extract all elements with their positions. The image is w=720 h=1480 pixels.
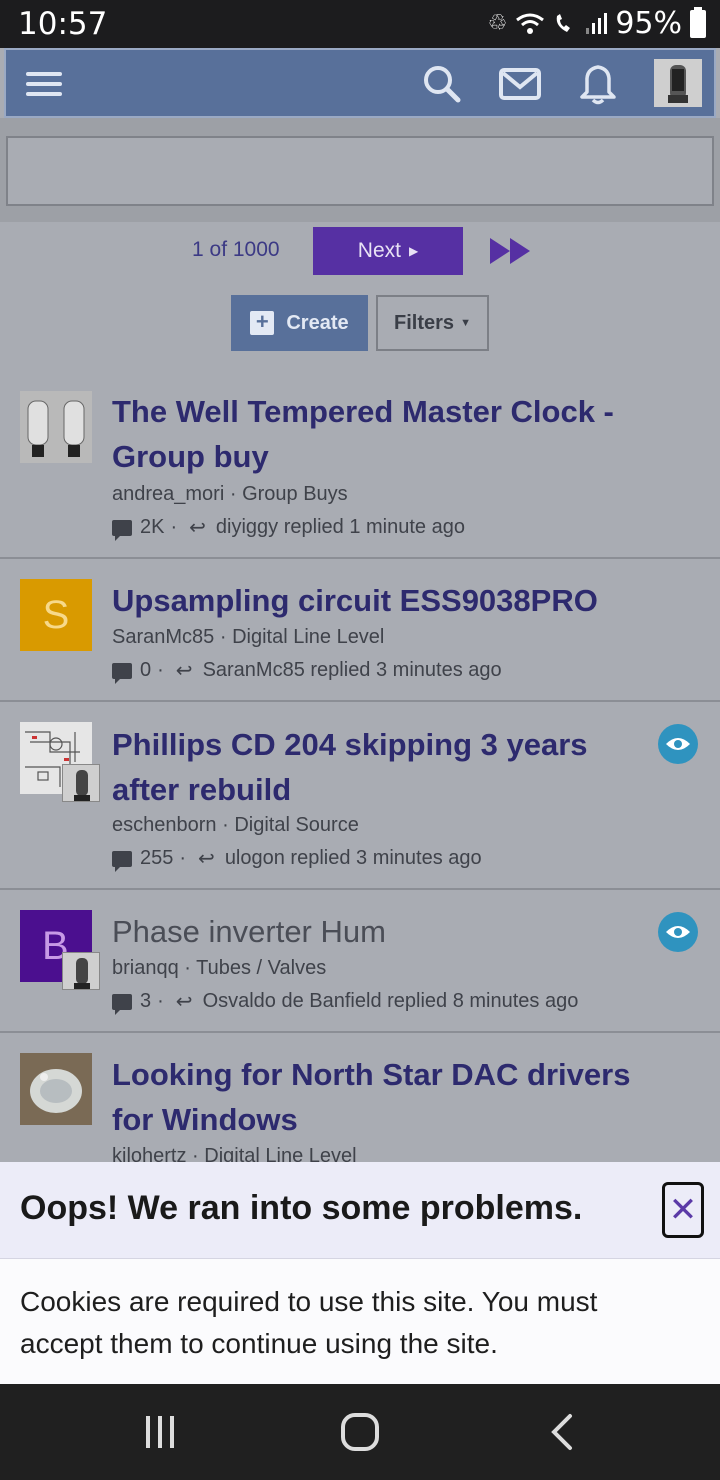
thread-item[interactable]: Phillips CD 204 skipping 3 years after r…: [0, 702, 720, 890]
avatar-letter: S: [42, 592, 70, 637]
thread-stats: 0 · ↩ SaranMc85 replied 3 minutes ago: [112, 658, 502, 684]
back-icon[interactable]: [546, 1412, 578, 1452]
create-thread-button[interactable]: + Create: [231, 295, 368, 351]
thread-title[interactable]: Looking for North Star DAC drivers for W…: [112, 1052, 658, 1142]
reply-count: 0: [140, 659, 152, 681]
last-poster-avatar[interactable]: [62, 952, 100, 990]
pagination: 1 of 1000 Next ▶: [0, 226, 720, 276]
bell-icon[interactable]: [576, 62, 620, 106]
mail-icon[interactable]: [498, 62, 542, 106]
search-icon[interactable]: [420, 62, 464, 106]
thread-stats: 3 · ↩ Osvaldo de Banfield replied 8 minu…: [112, 989, 579, 1015]
thread-forum[interactable]: Group Buys: [242, 483, 348, 505]
thread-author[interactable]: eschenborn: [112, 814, 217, 836]
last-reply[interactable]: SaranMc85 replied 3 minutes ago: [203, 659, 502, 682]
thread-title[interactable]: Phillips CD 204 skipping 3 years after r…: [112, 722, 658, 812]
thread-actions: + Create Filters ▼: [0, 295, 720, 351]
next-page-button[interactable]: Next ▶: [313, 227, 463, 275]
watched-eye-icon: [658, 912, 698, 952]
reply-count: 2K: [140, 516, 165, 538]
thread-meta: brianqq · Tubes / Valves: [112, 957, 327, 979]
status-bar: 10:57 ♲ 95%: [0, 0, 720, 48]
thread-stats: 255 · ↩ ulogon replied 3 minutes ago: [112, 846, 482, 872]
fast-forward-icon[interactable]: [488, 236, 534, 266]
plus-icon: +: [250, 311, 275, 335]
home-icon[interactable]: [340, 1412, 380, 1452]
thread-stats: 2K · ↩ diyiggy replied 1 minute ago: [112, 515, 465, 541]
thread-avatar[interactable]: S: [20, 579, 92, 651]
last-reply[interactable]: diyiggy replied 1 minute ago: [216, 516, 465, 539]
thread-item[interactable]: B Phase inverter Hum brianqq · Tubes / V…: [0, 890, 720, 1033]
thread-title[interactable]: The Well Tempered Master Clock - Group b…: [112, 389, 658, 479]
reply-icon: ↩: [189, 517, 206, 539]
close-icon[interactable]: ✕: [662, 1182, 704, 1238]
recent-apps-icon[interactable]: [140, 1412, 180, 1452]
caret-right-icon: ▶: [408, 244, 419, 258]
thread-title[interactable]: Phase inverter Hum: [112, 909, 658, 954]
cookie-notice-message: Cookies are required to use this site. Y…: [20, 1286, 598, 1359]
reply-count: 3: [140, 990, 152, 1012]
reply-count: 255: [140, 847, 174, 869]
system-nav-bar: [0, 1384, 720, 1480]
last-poster-avatar[interactable]: [62, 764, 100, 802]
thread-item[interactable]: Looking for North Star DAC drivers for W…: [0, 1033, 720, 1173]
site-header: [4, 48, 716, 118]
filters-label: Filters: [394, 311, 455, 334]
thread-author[interactable]: andrea_mori: [112, 483, 224, 505]
wifi-call-icon: [557, 13, 571, 32]
cookie-notice-header: Oops! We ran into some problems. ✕: [0, 1162, 720, 1258]
battery-percent: 95%: [615, 6, 682, 41]
battery-icon: [690, 6, 706, 38]
thread-forum[interactable]: Digital Line Level: [232, 626, 384, 648]
cookie-notice-body: Cookies are required to use this site. Y…: [0, 1258, 720, 1384]
chevron-down-icon: ▼: [460, 317, 471, 329]
create-label: Create: [286, 311, 349, 334]
comment-icon: [112, 519, 132, 541]
user-avatar[interactable]: [654, 59, 702, 107]
thread-item[interactable]: The Well Tempered Master Clock - Group b…: [0, 375, 720, 559]
hamburger-icon[interactable]: [26, 72, 62, 96]
thread-forum[interactable]: Tubes / Valves: [196, 957, 326, 979]
thread-item[interactable]: S Upsampling circuit ESS9038PRO SaranMc8…: [0, 559, 720, 702]
next-label: Next: [357, 239, 401, 262]
cookie-notice-title: Oops! We ran into some problems.: [20, 1189, 583, 1227]
recycle-icon: ♲: [487, 11, 508, 36]
thread-meta: eschenborn · Digital Source: [112, 814, 359, 836]
comment-icon: [112, 850, 132, 872]
comment-icon: [112, 993, 132, 1015]
thread-author[interactable]: brianqq: [112, 957, 179, 979]
thread-author[interactable]: SaranMc85: [112, 626, 214, 648]
last-reply[interactable]: Osvaldo de Banfield replied 8 minutes ag…: [203, 990, 579, 1013]
reply-icon: ↩: [175, 660, 193, 682]
filters-button[interactable]: Filters ▼: [376, 295, 489, 351]
status-time: 10:57: [18, 6, 108, 42]
search-strip: [0, 118, 720, 222]
thread-meta: SaranMc85 · Digital Line Level: [112, 626, 385, 648]
thread-avatar[interactable]: [20, 1053, 92, 1125]
thread-avatar[interactable]: [20, 391, 92, 463]
thread-forum[interactable]: Digital Source: [234, 814, 359, 836]
thread-meta: andrea_mori · Group Buys: [112, 483, 348, 505]
reply-icon: ↩: [175, 991, 193, 1013]
status-icons: ♲ 95%: [488, 6, 706, 41]
signal-icon: [586, 12, 608, 34]
search-box[interactable]: [6, 136, 714, 206]
wifi-icon: [516, 13, 545, 34]
last-reply[interactable]: ulogon replied 3 minutes ago: [225, 847, 482, 870]
page-indicator[interactable]: 1 of 1000: [192, 238, 280, 262]
comment-icon: [112, 662, 132, 684]
reply-icon: ↩: [198, 848, 215, 870]
thread-title[interactable]: Upsampling circuit ESS9038PRO: [112, 578, 658, 623]
watched-eye-icon: [658, 724, 698, 764]
